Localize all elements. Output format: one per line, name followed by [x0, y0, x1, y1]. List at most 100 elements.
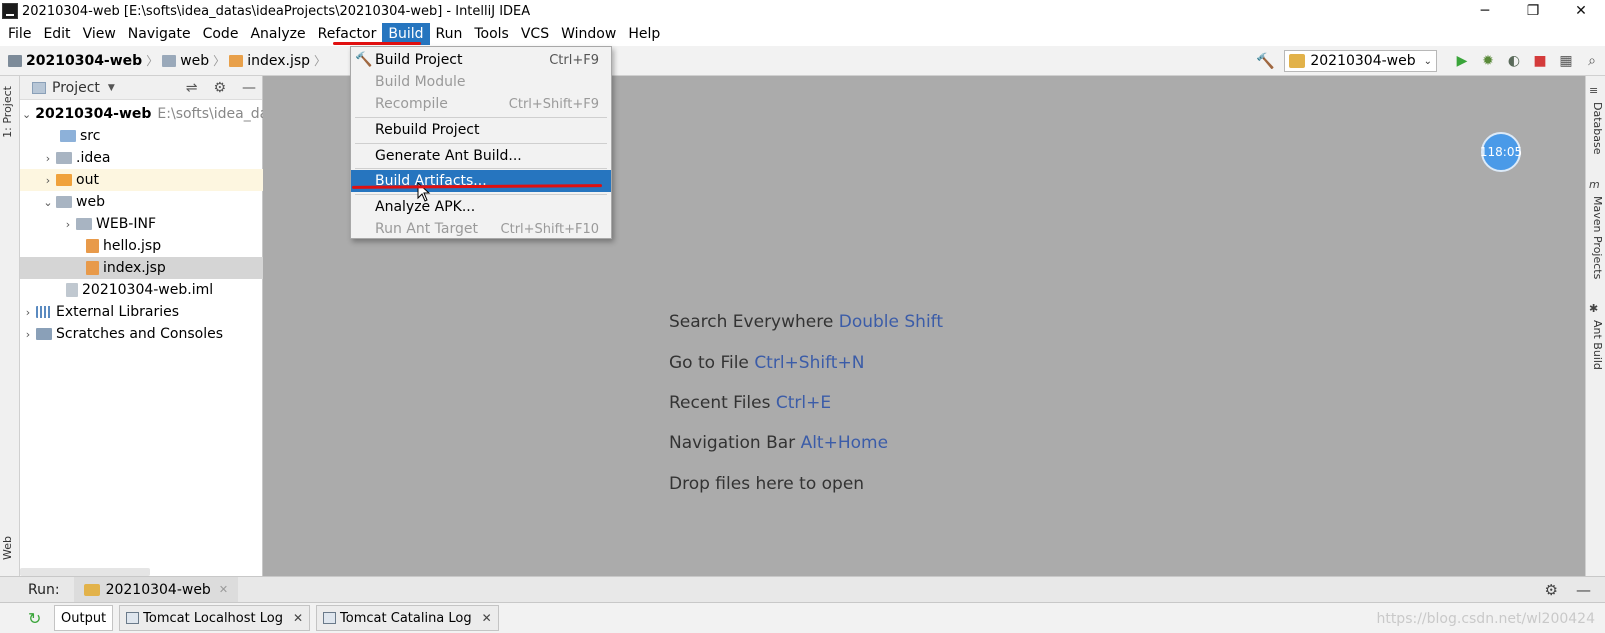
jsp-file-icon — [86, 261, 99, 275]
coverage-icon[interactable]: ◐ — [1501, 50, 1527, 72]
breadcrumb-file[interactable]: index.jsp — [247, 53, 310, 69]
project-structure-icon[interactable]: ▦ — [1553, 50, 1579, 72]
web-tool-tab[interactable]: Web — [1, 536, 19, 560]
project-tool-tab[interactable]: 1: Project — [1, 86, 19, 138]
menu-vcs[interactable]: VCS — [515, 23, 555, 45]
menu-help[interactable]: Help — [622, 23, 666, 45]
build-menu-dropdown: 🔨 Build Project Ctrl+F9 Build Module Rec… — [350, 46, 612, 239]
menu-tools[interactable]: Tools — [468, 23, 515, 45]
hint-shortcut: Double Shift — [838, 312, 944, 332]
breadcrumb-project[interactable]: 20210304-web — [26, 53, 142, 69]
menu-item-label: Recompile — [375, 96, 448, 112]
breadcrumb-separator: 〉 — [213, 54, 226, 68]
tab-tomcat-localhost-log[interactable]: Tomcat Localhost Log ✕ — [119, 605, 311, 631]
chevron-right-icon[interactable]: › — [20, 306, 36, 319]
run-tool-bar: Run: 20210304-web ✕ ⚙ — — [0, 576, 1605, 603]
minimize-button[interactable]: ─ — [1461, 0, 1509, 22]
gear-icon[interactable]: ⚙ — [1545, 581, 1558, 599]
menu-item-analyze-apk[interactable]: Analyze APK... — [351, 196, 611, 218]
run-icon[interactable]: ▶ — [1449, 50, 1475, 72]
menu-window[interactable]: Window — [555, 23, 622, 45]
chevron-right-icon[interactable]: › — [60, 218, 76, 231]
maven-tool-tab[interactable]: Maven Projects — [1588, 196, 1604, 279]
tree-item-scratches[interactable]: › Scratches and Consoles — [20, 323, 263, 345]
tree-item-hello-jsp[interactable]: hello.jsp — [20, 235, 263, 257]
debug-icon[interactable]: ✹ — [1475, 50, 1501, 72]
folder-icon — [56, 174, 72, 186]
menu-separator — [355, 168, 607, 169]
chevron-right-icon[interactable]: › — [40, 174, 56, 187]
menu-code[interactable]: Code — [197, 23, 245, 45]
rerun-icon[interactable]: ↻ — [28, 609, 48, 628]
collapse-all-icon[interactable]: ⇌ — [186, 80, 198, 96]
run-configuration-select[interactable]: 20210304-web ⌄ — [1284, 50, 1437, 72]
menu-item-rebuild-project[interactable]: Rebuild Project — [351, 119, 611, 141]
tab-tomcat-catalina-log[interactable]: Tomcat Catalina Log ✕ — [316, 605, 499, 631]
intellij-icon — [2, 3, 18, 19]
hide-icon[interactable]: — — [1576, 581, 1591, 599]
chevron-down-icon[interactable]: ⌄ — [40, 196, 56, 209]
close-icon[interactable]: ✕ — [219, 583, 228, 596]
close-icon[interactable]: ✕ — [482, 611, 492, 625]
menu-item-run-ant-target[interactable]: Run Ant Target Ctrl+Shift+F10 — [351, 218, 611, 240]
hint-text: Search Everywhere — [669, 312, 834, 332]
menu-item-shortcut: Ctrl+F9 — [549, 52, 599, 68]
hint-shortcut: Alt+Home — [800, 433, 889, 453]
database-tool-tab[interactable]: Database — [1588, 102, 1604, 155]
tree-item-label: index.jsp — [103, 260, 166, 276]
menu-item-build-project[interactable]: 🔨 Build Project Ctrl+F9 — [351, 49, 611, 71]
build-hammer-icon[interactable]: 🔨 — [1256, 52, 1275, 70]
tree-item-web-inf[interactable]: › WEB-INF — [20, 213, 263, 235]
tomcat-icon — [1289, 54, 1306, 68]
stop-icon[interactable]: ■ — [1527, 50, 1553, 72]
breadcrumb-folder[interactable]: web — [180, 53, 209, 69]
menu-item-label: Generate Ant Build... — [375, 148, 522, 164]
project-view-icon — [32, 81, 46, 94]
menu-edit[interactable]: Edit — [37, 23, 76, 45]
right-tool-stripe: ≡ Database m Maven Projects ✱ Ant Build — [1585, 76, 1605, 576]
tree-item-label: External Libraries — [56, 304, 179, 320]
tree-item-label: Scratches and Consoles — [56, 326, 223, 342]
menu-item-generate-ant-build[interactable]: Generate Ant Build... — [351, 145, 611, 167]
menu-analyze[interactable]: Analyze — [244, 23, 311, 45]
chevron-right-icon[interactable]: › — [40, 152, 56, 165]
window-title: 20210304-web [E:\softs\idea_datas\ideaPr… — [22, 3, 531, 19]
log-icon — [126, 612, 140, 624]
menu-run[interactable]: Run — [430, 23, 469, 45]
menu-item-build-module[interactable]: Build Module — [351, 71, 611, 93]
tree-item-index-jsp[interactable]: index.jsp — [20, 257, 263, 279]
restore-button[interactable]: ❐ — [1509, 0, 1557, 22]
chevron-right-icon[interactable]: › — [20, 328, 36, 341]
tree-item-label: hello.jsp — [103, 238, 162, 254]
tree-item-out[interactable]: › out — [20, 169, 263, 191]
run-tab-20210304-web[interactable]: 20210304-web ✕ — [73, 576, 239, 603]
breadcrumb: 20210304-web 〉 web 〉 index.jsp 〉 — [0, 52, 330, 69]
menu-bar: File Edit View Navigate Code Analyze Ref… — [0, 22, 1605, 46]
chevron-down-icon[interactable]: ▼ — [108, 83, 115, 93]
menu-item-recompile[interactable]: Recompile Ctrl+Shift+F9 — [351, 93, 611, 115]
hint-text: Recent Files — [669, 393, 771, 413]
horizontal-scrollbar[interactable] — [20, 568, 150, 576]
tree-item-src[interactable]: src — [20, 125, 263, 147]
hide-icon[interactable]: — — [242, 80, 256, 96]
chevron-down-icon[interactable]: ⌄ — [22, 108, 31, 121]
close-icon[interactable]: ✕ — [293, 611, 303, 625]
tab-label: Tomcat Catalina Log — [340, 610, 472, 626]
menu-file[interactable]: File — [2, 23, 37, 45]
tree-item-iml[interactable]: 20210304-web.iml — [20, 279, 263, 301]
search-icon[interactable]: ⌕ — [1579, 50, 1605, 72]
tree-item-external-libraries[interactable]: › External Libraries — [20, 301, 263, 323]
menu-navigate[interactable]: Navigate — [122, 23, 197, 45]
tree-item-idea[interactable]: › .idea — [20, 147, 263, 169]
project-panel-title[interactable]: Project — [52, 80, 100, 96]
tree-item-project-root[interactable]: ⌄ 20210304-web E:\softs\idea_dat — [20, 103, 263, 125]
tab-output[interactable]: Output — [54, 605, 114, 631]
navigation-bar: 20210304-web 〉 web 〉 index.jsp 〉 🔨 20210… — [0, 46, 1605, 76]
tree-item-web[interactable]: ⌄ web — [20, 191, 263, 213]
menu-item-build-artifacts[interactable]: Build Artifacts... — [351, 170, 611, 192]
close-button[interactable]: ✕ — [1557, 0, 1605, 22]
menu-view[interactable]: View — [77, 23, 122, 45]
hint-text: Go to File — [669, 353, 749, 373]
gear-icon[interactable]: ⚙ — [213, 80, 226, 96]
ant-build-tool-tab[interactable]: Ant Build — [1588, 320, 1604, 370]
